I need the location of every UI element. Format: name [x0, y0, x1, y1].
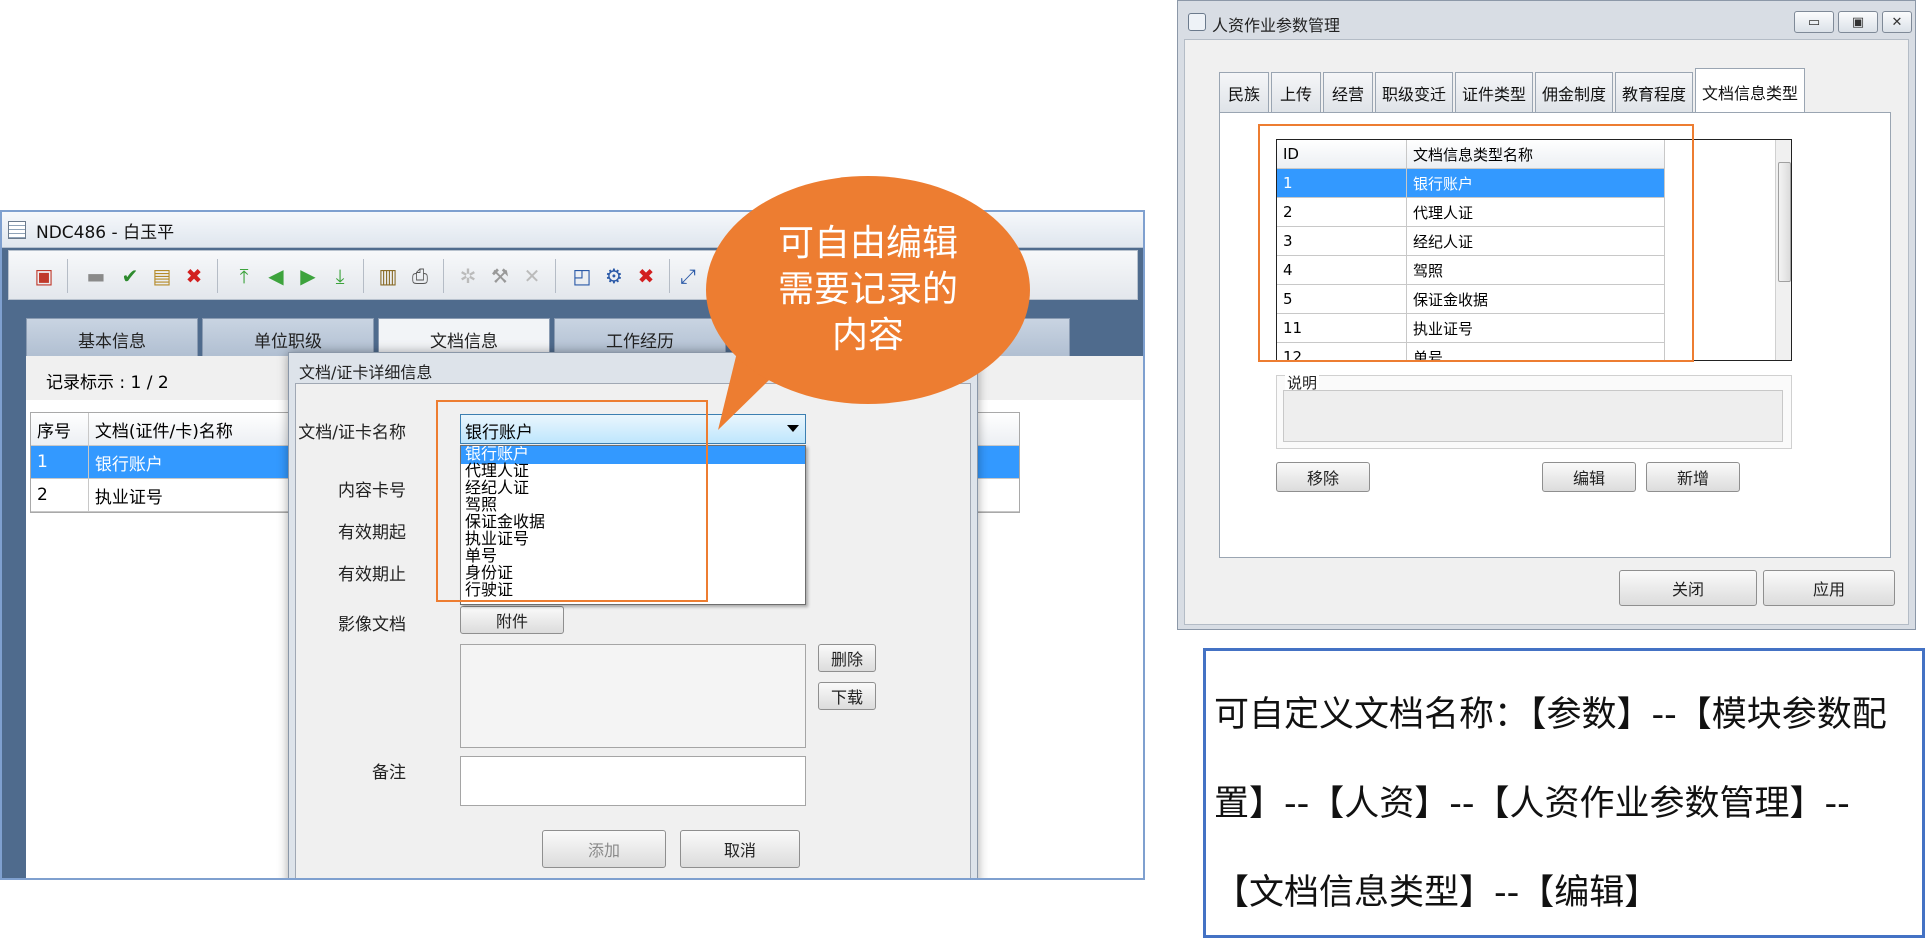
- tab-business[interactable]: 经营: [1323, 72, 1373, 112]
- tab-cert-type[interactable]: 证件类型: [1455, 72, 1533, 112]
- print-icon[interactable]: ⎙: [407, 263, 433, 289]
- app-icon: [1188, 13, 1206, 31]
- delete-button[interactable]: 删除: [818, 644, 876, 672]
- tab-basic-info[interactable]: 基本信息: [26, 318, 198, 360]
- instruction-note: 可自定义文档名称：【参数】--【模块参数配置】--【人资】--【人资作业参数管理…: [1203, 648, 1925, 938]
- new-button[interactable]: 新增: [1646, 462, 1740, 492]
- record-indicator: 记录标示 : 1 / 2: [46, 373, 169, 393]
- close-button[interactable]: 关闭: [1619, 570, 1757, 606]
- callout-line: 可自由编辑: [777, 223, 958, 264]
- close-icon[interactable]: ✖: [633, 263, 659, 289]
- tools-disabled-icon[interactable]: ✕: [519, 263, 545, 289]
- exit-icon[interactable]: ▣: [31, 263, 57, 289]
- tab-ethnicity[interactable]: 民族: [1219, 72, 1269, 112]
- tab-rank-change[interactable]: 职级变迁: [1375, 72, 1453, 112]
- cell-no: 1: [31, 446, 89, 478]
- dropdown-highlight: [436, 400, 708, 602]
- image-list[interactable]: [460, 644, 806, 748]
- minimize-icon[interactable]: ▭: [1794, 11, 1834, 33]
- doc-name-label: 文档/证卡名称: [298, 423, 406, 443]
- edit-button[interactable]: 编辑: [1542, 462, 1636, 492]
- valid-from-label: 有效期起: [338, 523, 406, 543]
- close-icon[interactable]: ✕: [1882, 11, 1912, 33]
- next-record-icon[interactable]: ▶: [295, 263, 321, 289]
- remove-button[interactable]: 移除: [1276, 462, 1370, 492]
- title-bar: 人资作业参数管理 ▭ ▣ ✕: [1178, 1, 1915, 41]
- copy-icon[interactable]: ▥: [375, 263, 401, 289]
- select-icon[interactable]: ◰: [569, 263, 595, 289]
- cell-no: 2: [31, 479, 89, 511]
- image-doc-label: 影像文档: [338, 615, 406, 635]
- window-title: NDC486 - 白玉平: [36, 223, 175, 243]
- add-button[interactable]: 添加: [542, 830, 666, 868]
- toolbar-separator: [363, 259, 364, 293]
- window-title: 人资作业参数管理: [1212, 16, 1341, 35]
- wrench-icon[interactable]: ⚒: [487, 263, 513, 289]
- fullscreen-icon[interactable]: ⤢: [675, 263, 701, 289]
- toolbar-separator: [669, 259, 670, 293]
- note-text: 可自定义文档名称：【参数】--【模块参数配置】--【人资】--【人资作业参数管理…: [1214, 695, 1887, 913]
- grid-highlight: [1258, 124, 1694, 362]
- tab-doc-info-type[interactable]: 文档信息类型: [1695, 68, 1805, 114]
- tab-commission[interactable]: 佣金制度: [1535, 72, 1613, 112]
- tab-upload[interactable]: 上传: [1271, 72, 1321, 112]
- card-no-label: 内容卡号: [338, 481, 406, 501]
- settings-disabled-icon[interactable]: ✲: [455, 263, 481, 289]
- attach-button[interactable]: 附件: [460, 606, 564, 634]
- save-icon[interactable]: ▬: [83, 263, 109, 289]
- delete-icon[interactable]: ✖: [181, 263, 207, 289]
- remark-input[interactable]: [460, 756, 806, 806]
- gear-icon[interactable]: ⚙: [601, 263, 627, 289]
- remark-label: 备注: [372, 763, 406, 783]
- grid-scrollbar[interactable]: [1775, 140, 1791, 360]
- apply-button[interactable]: 应用: [1763, 570, 1895, 606]
- download-button[interactable]: 下载: [818, 682, 876, 710]
- table-icon: [8, 221, 26, 239]
- description-group: 说明: [1276, 372, 1792, 449]
- toolbar-separator: [217, 259, 218, 293]
- prev-record-icon[interactable]: ◀: [263, 263, 289, 289]
- card-icon[interactable]: ▤: [149, 263, 175, 289]
- last-record-icon[interactable]: ⤓: [327, 263, 353, 289]
- tab-education[interactable]: 教育程度: [1615, 72, 1693, 112]
- description-field[interactable]: [1283, 390, 1783, 442]
- callout-bubble: 可自由编辑 需要记录的 内容: [706, 176, 1030, 404]
- maximize-icon[interactable]: ▣: [1838, 11, 1878, 33]
- toolbar-separator: [67, 259, 68, 293]
- cancel-button[interactable]: 取消: [680, 830, 800, 868]
- first-record-icon[interactable]: ⤒: [231, 263, 257, 289]
- valid-to-label: 有效期止: [338, 565, 406, 585]
- toolbar-separator: [443, 259, 444, 293]
- dialog-title: 文档/证卡详细信息: [299, 363, 433, 382]
- confirm-icon[interactable]: ✔: [117, 263, 143, 289]
- toolbar-separator: [555, 259, 556, 293]
- col-header-no[interactable]: 序号: [31, 413, 89, 445]
- callout-line: 内容: [831, 315, 904, 356]
- callout-line: 需要记录的: [777, 269, 958, 310]
- scrollbar-thumb[interactable]: [1778, 162, 1791, 282]
